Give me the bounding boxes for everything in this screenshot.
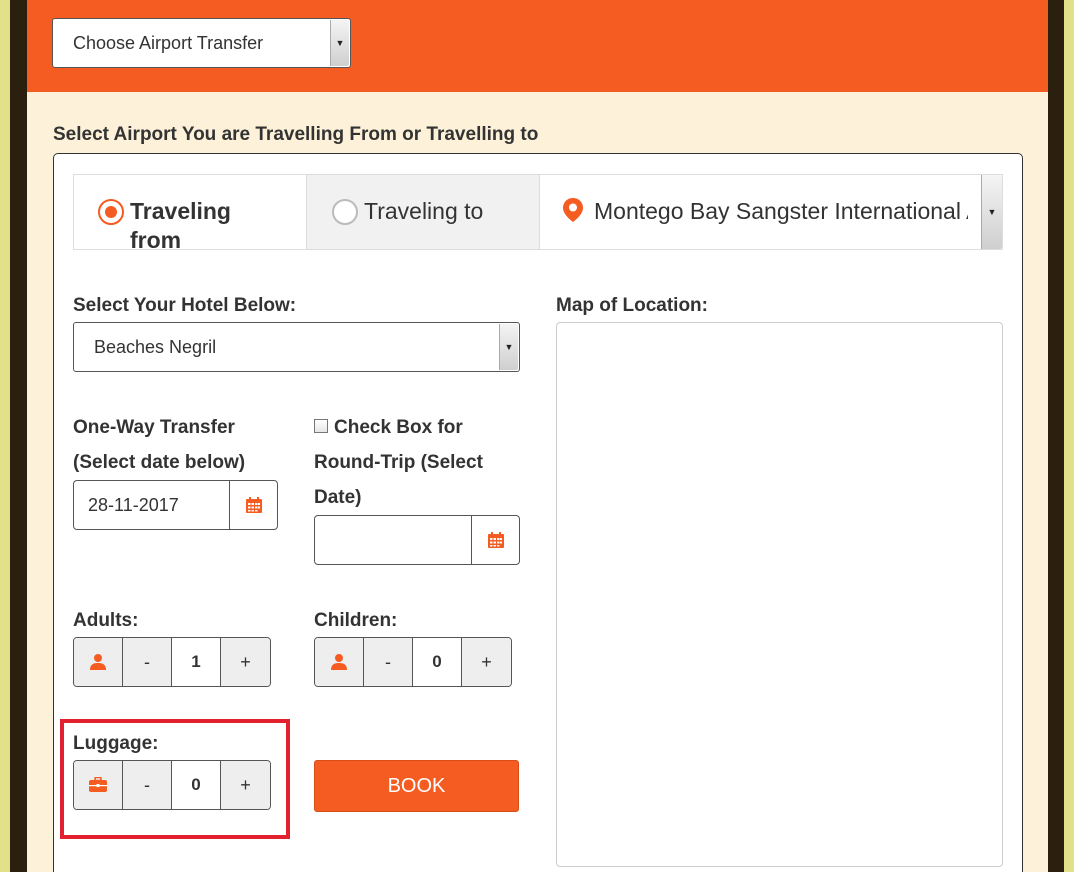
person-icon [74,638,123,686]
traveling-to-radio[interactable] [332,199,358,225]
right-frame-border [1048,0,1064,872]
map-pin-icon [562,197,584,229]
adults-label: Adults: [73,610,139,631]
children-plus-button[interactable]: + [462,638,511,686]
tab-traveling-to-label: Traveling to [364,198,484,224]
caret-down-icon[interactable]: ▼ [499,324,518,370]
airport-select-value: Montego Bay Sangster International Airpo… [594,198,968,224]
adults-plus-button[interactable]: + [221,638,270,686]
round-trip-label-line2: Round-Trip (Select [314,452,483,473]
map-area[interactable] [556,322,1003,867]
one-way-label-line1: One-Way Transfer [73,417,235,438]
round-trip-label-line1: Check Box for [334,417,463,438]
calendar-icon[interactable] [229,481,277,529]
transfer-type-select[interactable]: Choose Airport Transfer ▼ [52,18,351,68]
children-value[interactable]: 0 [413,638,462,686]
luggage-stepper: - 0 + [73,760,271,810]
luggage-value[interactable]: 0 [172,761,221,809]
round-trip-label: Check Box for Round-Trip (Select Date) [314,410,483,515]
briefcase-icon [74,761,123,809]
one-way-label-line2: (Select date below) [73,452,246,473]
person-icon [315,638,364,686]
luggage-plus-button[interactable]: + [221,761,270,809]
book-button[interactable]: BOOK [314,760,519,812]
luggage-minus-button[interactable]: - [123,761,172,809]
tab-traveling-from[interactable]: Traveling from [74,175,307,253]
one-way-date-input[interactable]: 28-11-2017 [74,481,229,529]
round-trip-date-input[interactable] [315,516,471,564]
children-minus-button[interactable]: - [364,638,413,686]
adults-minus-button[interactable]: - [123,638,172,686]
tab-traveling-from-label: Traveling from [130,198,231,253]
tab-traveling-to[interactable]: Traveling to [307,175,540,249]
booking-form: Traveling from Traveling to Montego Bay … [53,153,1023,872]
calendar-icon[interactable] [471,516,519,564]
one-way-label: One-Way Transfer (Select date below) [73,410,245,480]
top-bar: Choose Airport Transfer ▼ [27,0,1048,92]
airport-select[interactable]: Montego Bay Sangster International Airpo… [540,175,1002,249]
hotel-select-value: Beaches Negril [94,336,217,357]
children-stepper: - 0 + [314,637,512,687]
map-label: Map of Location: [556,295,708,316]
caret-down-icon[interactable]: ▼ [330,20,349,66]
one-way-date-field[interactable]: 28-11-2017 [73,480,278,530]
direction-tabs: Traveling from Traveling to Montego Bay … [73,174,1003,253]
adults-value[interactable]: 1 [172,638,221,686]
hotel-label: Select Your Hotel Below: [73,295,297,316]
traveling-from-radio[interactable] [98,199,124,225]
adults-stepper: - 1 + [73,637,271,687]
transfer-type-select-value: Choose Airport Transfer [73,32,264,53]
children-label: Children: [314,610,398,631]
hotel-select[interactable]: Beaches Negril ▼ [73,322,520,372]
round-trip-label-line3: Date) [314,487,362,508]
caret-down-icon[interactable]: ▼ [981,175,1002,249]
left-frame-border [10,0,27,872]
round-trip-checkbox[interactable] [314,418,328,433]
booking-panel: Choose Airport Transfer ▼ Select Airport… [27,0,1048,872]
round-trip-date-field[interactable] [314,515,520,565]
section-heading: Select Airport You are Travelling From o… [53,124,539,145]
luggage-label: Luggage: [73,733,159,754]
